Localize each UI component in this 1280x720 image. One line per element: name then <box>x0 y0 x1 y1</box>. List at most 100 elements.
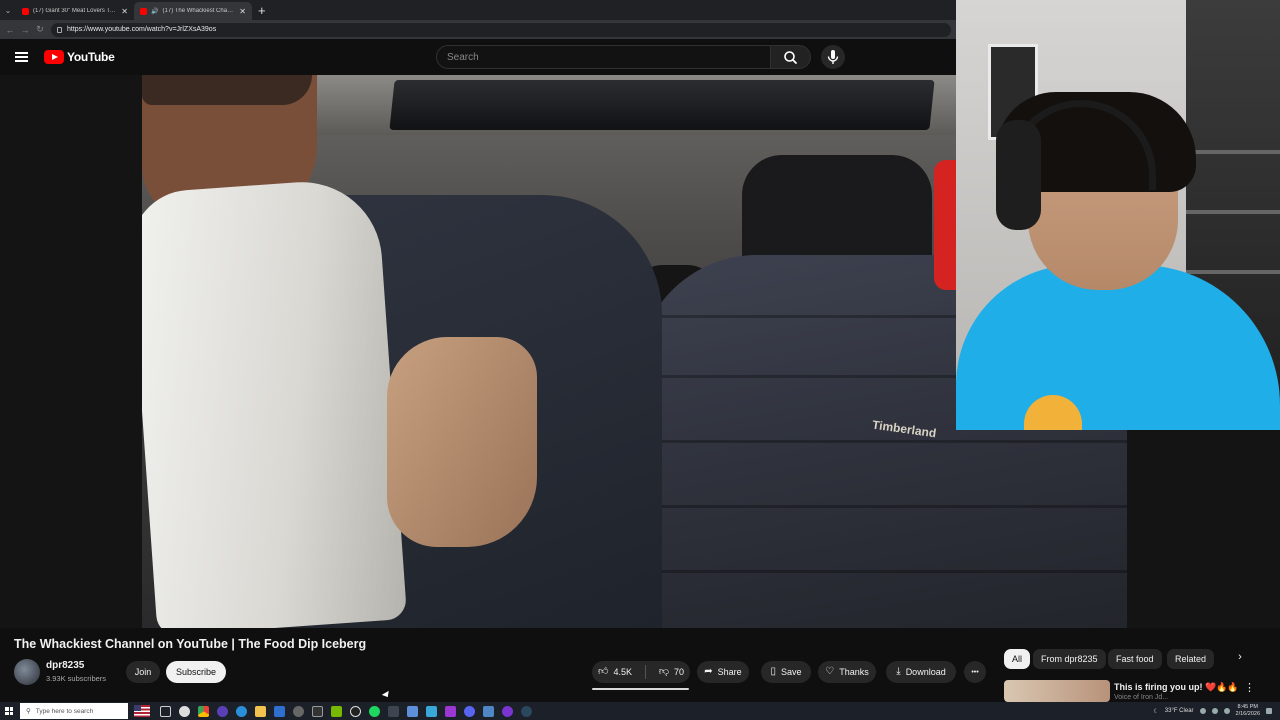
settings-gear-icon[interactable] <box>426 705 437 717</box>
chip-label: All <box>1012 654 1023 664</box>
search-button[interactable] <box>771 45 811 69</box>
channel-avatar[interactable] <box>14 659 40 685</box>
reload-icon[interactable]: ↻ <box>35 24 45 35</box>
driver-hand <box>387 337 537 547</box>
video-title: The Whackiest Channel on YouTube | The F… <box>14 637 367 651</box>
app-icon-dark[interactable] <box>312 705 323 717</box>
tab-title: (17) Giant 30" Meat Lovers Team B <box>33 8 117 14</box>
editor-icon[interactable] <box>445 705 456 717</box>
driver-hair <box>142 75 312 105</box>
heart-dollar-icon: ♡ <box>825 666 835 677</box>
like-divider <box>644 665 646 679</box>
bookmark-icon: ▯ <box>770 666 776 677</box>
notifications-icon[interactable] <box>1266 708 1272 714</box>
taskbar-search-field[interactable]: ⚲ Type here to search <box>20 703 128 719</box>
clock[interactable]: 8:45 PM 2/16/2026 <box>1236 704 1260 718</box>
spotify-icon[interactable] <box>369 705 380 717</box>
edge-icon[interactable] <box>236 705 247 717</box>
chip-from-channel[interactable]: From dpr8235 <box>1033 649 1106 669</box>
discord-icon[interactable] <box>464 705 475 717</box>
chevron-right-icon[interactable]: › <box>1232 651 1248 667</box>
youtube-logo[interactable]: YouTube <box>44 50 115 64</box>
steam-icon[interactable] <box>521 705 532 717</box>
file-explorer-icon[interactable] <box>255 705 266 717</box>
join-label: Join <box>134 667 152 677</box>
mic-device-icon[interactable] <box>293 705 304 717</box>
dislike-count: 70 <box>673 667 684 677</box>
more-actions-button[interactable]: ••• <box>964 661 986 683</box>
voice-search-button[interactable] <box>821 45 845 69</box>
network-icon[interactable] <box>1211 708 1218 714</box>
share-button[interactable]: ➦ Share <box>697 661 749 683</box>
save-button[interactable]: ▯ Save <box>761 661 811 683</box>
mic-app-icon[interactable] <box>179 705 190 717</box>
thanks-button[interactable]: ♡ Thanks <box>818 661 876 683</box>
chrome-icon[interactable] <box>198 705 209 717</box>
recommended-video-thumbnail[interactable] <box>1004 680 1110 702</box>
microphone-icon <box>827 50 839 64</box>
url-field[interactable]: https://www.youtube.com/watch?v=JrlZXsA3… <box>51 22 951 37</box>
photos-icon[interactable] <box>483 705 494 717</box>
nvidia-icon[interactable] <box>331 705 342 717</box>
us-flag-icon[interactable] <box>134 705 150 717</box>
weather-text[interactable]: 33°F Clear <box>1165 708 1194 714</box>
back-arrow-icon[interactable]: ← <box>5 25 15 35</box>
youtube-header: YouTube <box>0 39 956 75</box>
tab-title: (17) The Whackiest Channel o <box>162 8 235 14</box>
thumbs-up-icon: 👍︎ <box>598 666 609 677</box>
volume-icon[interactable] <box>1223 708 1230 714</box>
search-icon <box>784 51 797 64</box>
search-box <box>436 45 771 69</box>
download-label: Download <box>905 667 946 677</box>
menu-icon[interactable] <box>15 52 28 62</box>
more-vertical-icon[interactable]: ⋮ <box>1244 681 1255 694</box>
chip-fast-food[interactable]: Fast food <box>1108 649 1162 669</box>
recommended-video-title[interactable]: This is firing you up! ❤️🔥🔥 <box>1114 682 1239 693</box>
obs-icon[interactable] <box>217 705 228 717</box>
forward-arrow-icon[interactable]: → <box>20 25 30 35</box>
share-arrow-icon: ➦ <box>704 666 713 677</box>
subscriber-count: 3.93K subscribers <box>46 674 107 683</box>
steam-like-icon[interactable] <box>350 705 361 717</box>
tab-search-chevron-icon[interactable]: ⌄ <box>0 0 16 20</box>
tray-app-icon[interactable] <box>1199 708 1206 714</box>
audio-playing-icon[interactable]: 🔊 <box>151 8 158 15</box>
foam-food-container <box>142 176 408 628</box>
site-info-icon[interactable] <box>57 26 62 33</box>
tab-close-icon[interactable]: ✕ <box>239 7 246 16</box>
red-hat <box>934 160 958 290</box>
tab-close-icon[interactable]: ✕ <box>121 7 128 16</box>
weather-icon[interactable]: ☾ <box>1153 708 1158 715</box>
calculator-icon[interactable] <box>388 705 399 717</box>
thumbs-down-icon: 👎︎ <box>658 666 669 677</box>
save-label: Save <box>781 667 802 677</box>
download-button[interactable]: ⤓ Download <box>886 661 956 683</box>
chip-label: Fast food <box>1116 654 1154 664</box>
clock-date: 2/16/2026 <box>1235 711 1260 717</box>
more-dots-icon: ••• <box>971 668 979 676</box>
join-button[interactable]: Join <box>126 661 160 683</box>
subscribe-button[interactable]: Subscribe <box>166 661 226 683</box>
task-view-icon[interactable] <box>160 705 171 717</box>
taskbar-search-placeholder: Type here to search <box>35 707 94 715</box>
dislike-button[interactable]: 👎︎ 70 <box>658 666 684 678</box>
chip-related[interactable]: Related <box>1167 649 1215 669</box>
search-input[interactable] <box>437 46 770 68</box>
clock-time: 8:45 PM <box>1237 704 1258 710</box>
chip-label: Related <box>1175 654 1207 664</box>
thanks-label: Thanks <box>839 667 869 677</box>
store-icon[interactable] <box>274 705 285 717</box>
notepad-icon[interactable] <box>407 705 418 717</box>
channel-name[interactable]: dpr8235 <box>46 660 84 671</box>
webcam-overlay <box>956 0 1280 430</box>
like-dislike-bar: 👍︎ 4.5K 👎︎ 70 <box>592 661 690 683</box>
logo-text: YouTube <box>67 50 115 64</box>
like-button[interactable]: 👍︎ 4.5K <box>598 666 632 678</box>
circle-app-icon[interactable] <box>502 705 513 717</box>
browser-tab-whackiest-channel[interactable]: 🔊 (17) The Whackiest Channel o ✕ <box>134 2 252 20</box>
browser-tab-meat-lovers[interactable]: (17) Giant 30" Meat Lovers Team B ✕ <box>16 2 134 20</box>
start-button[interactable] <box>0 702 18 720</box>
new-tab-button[interactable]: + <box>258 3 266 18</box>
chip-all[interactable]: All <box>1004 649 1031 669</box>
browser-address-bar: ← → ↻ https://www.youtube.com/watch?v=Jr… <box>0 20 956 39</box>
